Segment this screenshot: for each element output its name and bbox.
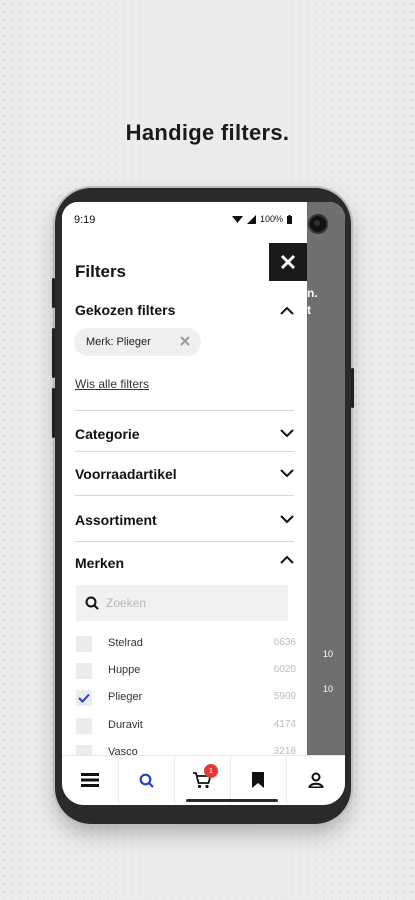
brand-checkbox-checked[interactable] xyxy=(76,690,92,706)
battery-icon xyxy=(287,214,293,224)
divider xyxy=(75,541,294,542)
nav-account[interactable] xyxy=(286,756,345,804)
chosen-filters-title[interactable]: Gekozen filters xyxy=(75,302,175,318)
bottom-nav: 1 xyxy=(62,755,345,805)
brand-name: Plieger xyxy=(108,691,143,703)
status-time: 9:19 xyxy=(74,214,96,226)
account-icon xyxy=(307,772,324,788)
brand-search[interactable]: Zoeken xyxy=(76,585,288,621)
brand-name: Stelrad xyxy=(108,637,143,649)
brand-checkbox[interactable] xyxy=(76,636,92,652)
overlay-number: 10 xyxy=(323,684,334,694)
search-icon xyxy=(85,596,99,610)
wifi-icon xyxy=(232,215,243,223)
status-icons: 100% xyxy=(232,214,293,224)
phone-screen: n. t 10 10 9:19 100% Filters Gekozen fil… xyxy=(62,202,345,805)
signal-icon xyxy=(247,214,256,224)
divider xyxy=(75,495,294,496)
overlay-number: 10 xyxy=(323,649,334,659)
brand-count: 6636 xyxy=(273,637,296,648)
nav-search[interactable] xyxy=(118,756,175,804)
divider xyxy=(75,410,294,411)
brand-count: 5909 xyxy=(273,691,296,702)
brand-count: 6020 xyxy=(273,664,296,675)
chevron-up-icon[interactable] xyxy=(280,555,294,565)
chevron-down-icon[interactable] xyxy=(280,514,294,524)
checkmark-icon xyxy=(78,693,90,703)
close-icon xyxy=(280,254,296,270)
overlay-text: n. xyxy=(307,286,318,300)
brand-row[interactable]: Duravit 4174 xyxy=(76,717,296,737)
search-icon xyxy=(139,773,154,788)
brand-search-placeholder: Zoeken xyxy=(106,596,147,610)
home-indicator xyxy=(186,799,278,802)
remove-chip-icon[interactable] xyxy=(179,335,191,347)
front-camera xyxy=(308,214,328,234)
filter-panel: 9:19 100% Filters Gekozen filters Merk: … xyxy=(62,202,307,761)
chevron-down-icon[interactable] xyxy=(280,468,294,478)
panel-title: Filters xyxy=(75,262,127,281)
brand-checkbox[interactable] xyxy=(76,718,92,734)
chevron-down-icon[interactable] xyxy=(280,428,294,438)
overlay-text: t xyxy=(307,303,311,317)
brand-row[interactable]: Plieger 5909 xyxy=(76,689,296,709)
brand-checkbox[interactable] xyxy=(76,663,92,679)
brand-row[interactable]: Stelrad 6636 xyxy=(76,635,296,655)
filter-chip-label: Merk: Plieger xyxy=(86,336,151,348)
section-assortiment[interactable]: Assortiment xyxy=(75,512,157,528)
brand-row[interactable]: Huppe 6020 xyxy=(76,662,296,682)
filter-chip[interactable]: Merk: Plieger xyxy=(74,328,201,356)
chevron-up-icon[interactable] xyxy=(280,306,294,316)
section-voorraadartikel[interactable]: Voorraadartikel xyxy=(75,466,177,482)
page-overlay[interactable]: n. t 10 10 xyxy=(307,202,345,755)
cart-badge: 1 xyxy=(204,764,218,778)
menu-icon xyxy=(81,773,99,787)
brand-count: 4174 xyxy=(273,719,296,730)
brand-name: Huppe xyxy=(108,664,141,676)
brand-name: Duravit xyxy=(108,719,143,731)
battery-level: 100% xyxy=(260,214,284,224)
nav-cart[interactable]: 1 xyxy=(174,756,231,804)
headline: Handige filters. xyxy=(125,120,290,145)
divider xyxy=(75,451,294,452)
section-merken[interactable]: Merken xyxy=(75,555,124,571)
bookmark-icon xyxy=(252,772,264,788)
clear-all-filters-link[interactable]: Wis alle filters xyxy=(75,377,149,391)
close-filters-button[interactable] xyxy=(269,243,307,281)
nav-saved[interactable] xyxy=(230,756,287,804)
section-categorie[interactable]: Categorie xyxy=(75,426,140,442)
nav-menu[interactable] xyxy=(62,756,119,804)
